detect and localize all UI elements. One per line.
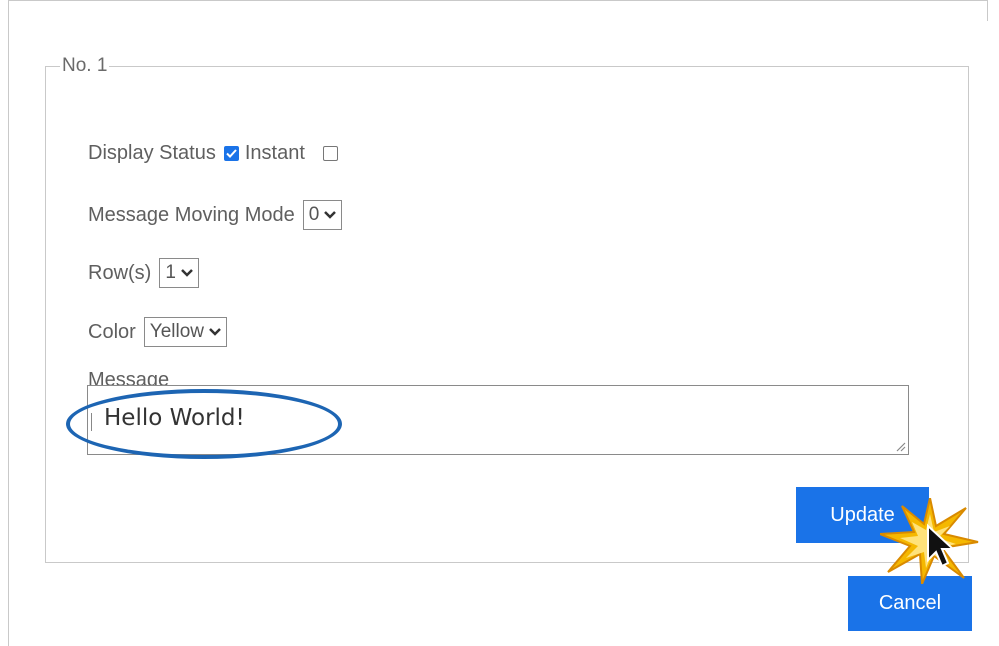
chevron-down-icon (323, 210, 337, 220)
instant-label: Instant (244, 142, 305, 164)
rows-label: Row(s) (88, 261, 152, 284)
rows-value: 1 (165, 262, 176, 283)
resize-handle-icon[interactable] (894, 440, 906, 452)
instant-checkbox[interactable] (322, 146, 338, 161)
moving-mode-value: 0 (308, 204, 320, 225)
chevron-down-icon (208, 327, 222, 337)
color-label: Color (88, 320, 136, 343)
message-text: Hello World! (104, 405, 245, 431)
rows-select[interactable]: 1 (159, 258, 199, 288)
group-legend: No. 1 (62, 55, 108, 76)
text-caret (91, 413, 92, 431)
display-status-row: Display Status Instant (88, 142, 344, 165)
cancel-button[interactable]: Cancel (848, 576, 972, 631)
moving-mode-label: Message Moving Mode (88, 203, 295, 226)
moving-mode-row: Message Moving Mode 0 (88, 200, 343, 230)
update-button[interactable]: Update (796, 487, 929, 543)
color-row: Color Yellow (88, 317, 228, 347)
rows-row: Row(s) 1 (88, 258, 199, 288)
color-value: Yellow (149, 321, 205, 342)
color-select[interactable]: Yellow (143, 317, 228, 347)
moving-mode-select[interactable]: 0 (302, 200, 343, 230)
display-status-checkbox[interactable] (223, 146, 239, 161)
display-status-label: Display Status (88, 142, 216, 164)
chevron-down-icon (180, 268, 194, 278)
checkmark-icon (226, 149, 237, 158)
